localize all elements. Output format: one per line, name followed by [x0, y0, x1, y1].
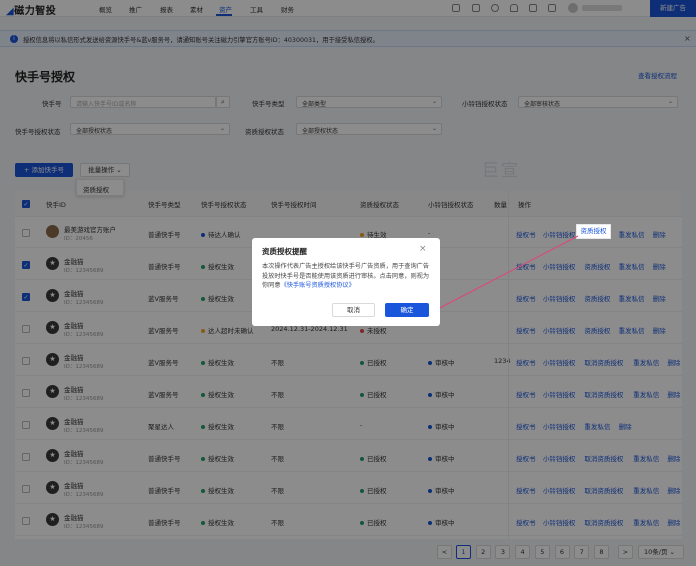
modal-body: 本次操作代表广告主授权给该快手号广告资质，用于查询广告投放时快手号是否能使用该资… [262, 263, 430, 289]
cancel-button[interactable]: 取消 [332, 303, 375, 317]
quality-auth-modal: 资质授权提醒 × 本次操作代表广告主授权给该快手号广告资质，用于查询广告投放时快… [252, 238, 440, 326]
agreement-link[interactable]: 《快手账号资质授权协议》 [281, 282, 355, 289]
modal-title: 资质授权提醒 [262, 247, 307, 256]
modal-close-icon[interactable]: × [419, 244, 427, 254]
confirm-button[interactable]: 确定 [385, 303, 429, 317]
